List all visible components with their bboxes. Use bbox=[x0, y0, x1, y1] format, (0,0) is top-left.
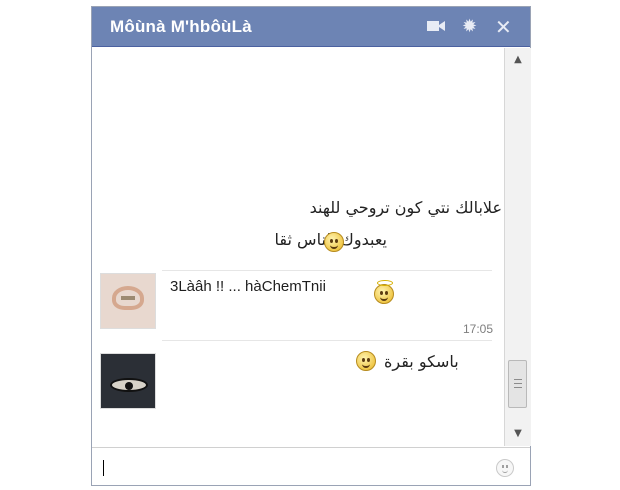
message-pane: علابالك نتي كون تروحي للهند يعبدوك الناس… bbox=[92, 48, 503, 446]
angel-icon bbox=[374, 280, 394, 304]
smile-icon[interactable] bbox=[496, 459, 514, 477]
smile-icon bbox=[356, 351, 376, 371]
chat-window: Môùnà M'hbôùLà ✹ ✕ علابالك نتي كون تروحي… bbox=[91, 6, 531, 486]
scroll-thumb[interactable] bbox=[508, 360, 527, 408]
video-camera-icon[interactable] bbox=[427, 20, 445, 32]
scroll-down-icon[interactable]: ▼ bbox=[512, 428, 524, 439]
close-icon[interactable]: ✕ bbox=[495, 17, 512, 37]
smile-icon bbox=[324, 232, 344, 252]
message-input[interactable] bbox=[92, 447, 530, 487]
avatar[interactable] bbox=[100, 353, 156, 409]
chat-titlebar[interactable]: Môùnà M'hbôùLà ✹ ✕ bbox=[92, 7, 530, 47]
avatar[interactable] bbox=[100, 273, 156, 329]
scroll-up-icon[interactable]: ▲ bbox=[512, 54, 524, 65]
message-text: 3Làâh !! ... hàChemTnii bbox=[170, 278, 326, 295]
message-line: علابالك نتي كون تروحي للهند bbox=[309, 198, 502, 217]
heart-icon bbox=[112, 286, 144, 310]
scrollbar[interactable]: ▲ ▼ bbox=[504, 48, 531, 446]
eye-icon bbox=[110, 378, 148, 392]
gear-icon[interactable]: ✹ bbox=[462, 17, 477, 37]
message-timestamp: 17:05 bbox=[462, 322, 493, 336]
text-cursor bbox=[103, 460, 104, 476]
message-separator bbox=[162, 340, 492, 341]
chat-title[interactable]: Môùnà M'hbôùLà bbox=[110, 17, 252, 37]
message-separator bbox=[162, 270, 492, 271]
message-text: باسكو بقرة bbox=[384, 352, 459, 371]
